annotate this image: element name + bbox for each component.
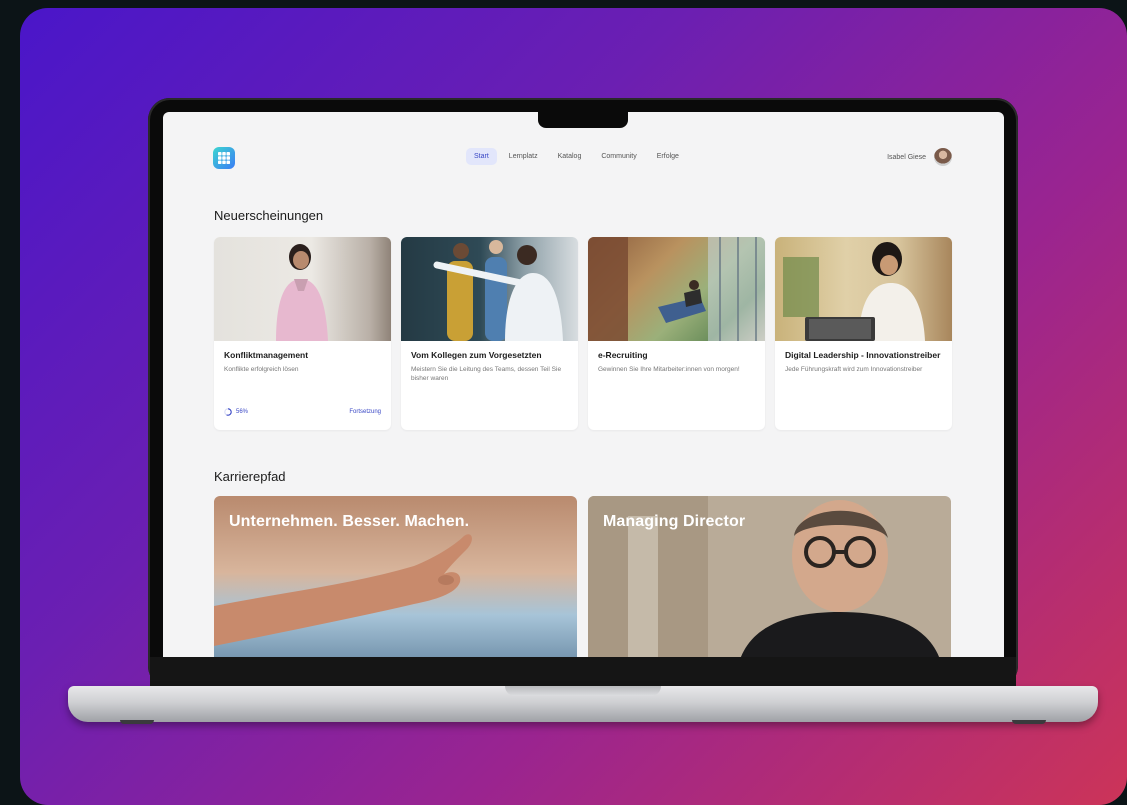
career-banner-title: Unternehmen. Besser. Machen. [229,513,470,530]
card-title: Vom Kollegen zum Vorgesetzten [411,350,542,360]
avatar[interactable] [934,148,952,166]
career-banner-unternehmen[interactable]: Unternehmen. Besser. Machen. [214,496,577,657]
course-card-konfliktmanagement[interactable]: Konfliktmanagement Konflikte erfolgreich… [214,237,391,430]
laptop-foot-right [1012,720,1046,724]
course-image-office [588,237,765,341]
career-banner-title: Managing Director [603,513,746,530]
laptop-foot-left [120,720,154,724]
laptop-chin [150,657,1016,687]
grid-logo-icon[interactable] [213,147,235,169]
course-image-laptop-woman [775,237,952,341]
nav-item-katalog[interactable]: Katalog [550,148,590,165]
nav-item-community[interactable]: Community [593,148,644,165]
course-image-whiteboard [401,237,578,341]
section-title-career-path: Karrierepfad [214,469,286,484]
progress-indicator: 56% [224,408,248,416]
nav-item-start[interactable]: Start [466,148,497,165]
progress-row: 56% Fortsetzung [224,408,381,416]
user-name: Isabel Giese [887,153,926,161]
card-subtitle: Meistern Sie die Leitung des Teams, dess… [411,366,562,382]
course-card-e-recruiting[interactable]: e-Recruiting Gewinnen Sie Ihre Mitarbeit… [588,237,765,430]
user-menu[interactable]: Isabel Giese [887,148,952,166]
card-title: Digital Leadership - Innovationstreiber [785,350,941,360]
laptop-screen: Start Lernplatz Katalog Community Erfolg… [163,112,1004,657]
career-banner-managing-director[interactable]: Managing Director [588,496,951,657]
card-title: Konfliktmanagement [224,350,309,360]
camera-notch [538,112,628,128]
card-subtitle: Jede Führungskraft wird zum Innovationst… [785,366,923,373]
nav-item-lernplatz[interactable]: Lernplatz [501,148,546,165]
card-subtitle: Konflikte erfolgreich lösen [224,366,299,373]
continue-link[interactable]: Fortsetzung [349,409,381,415]
card-title: e-Recruiting [598,350,648,360]
course-card-vom-kollegen[interactable]: Vom Kollegen zum Vorgesetzten Meistern S… [401,237,578,430]
course-card-digital-leadership[interactable]: Digital Leadership - Innovationstreiber … [775,237,952,430]
section-title-new-releases: Neuerscheinungen [214,208,324,223]
progress-ring-icon [224,408,232,416]
main-nav: Start Lernplatz Katalog Community Erfolg… [466,148,687,165]
course-image-woman [214,237,391,341]
nav-item-erfolge[interactable]: Erfolge [649,148,687,165]
laptop-opening-groove [505,686,661,696]
progress-percent: 56% [236,409,249,415]
card-subtitle: Gewinnen Sie Ihre Mitarbeiter:innen von … [598,366,740,373]
